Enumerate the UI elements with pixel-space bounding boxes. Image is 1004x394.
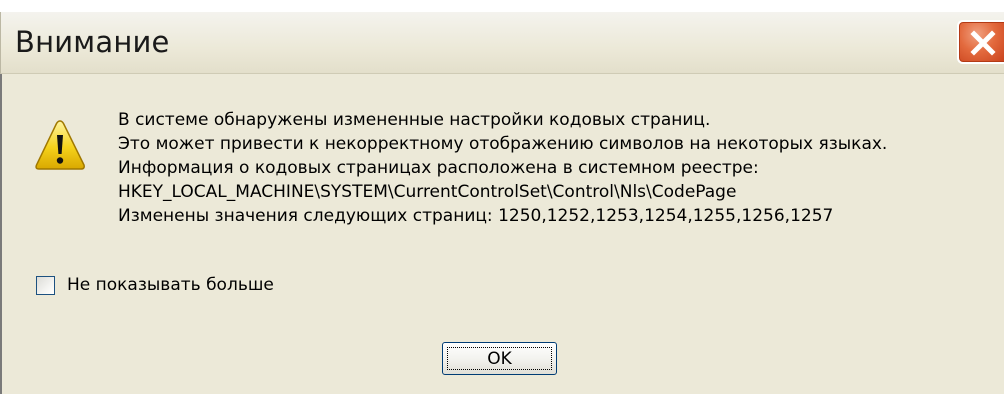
message-line: Информация о кодовых страницах расположе… [118,158,759,178]
dialog-title: Внимание [15,25,170,59]
window-border [0,74,2,394]
warning-dialog: Внимание В системе обнаружены измененные… [0,12,1004,394]
message-line: Изменены значения следующих страниц: 125… [118,206,834,226]
message-text: В системе обнаружены измененные настройк… [118,108,887,228]
message-line: В системе обнаружены измененные настройк… [118,110,711,130]
ok-button-label: OK [487,348,512,369]
close-icon [970,30,996,56]
dont-show-again-option[interactable]: Не показывать больше [36,274,274,296]
dont-show-again-label[interactable]: Не показывать больше [67,275,274,295]
title-bar[interactable]: Внимание [0,12,1004,74]
ok-button[interactable]: OK [442,342,557,375]
message-line: Это может привести к некорректному отобр… [118,134,888,154]
message-line: HKEY_LOCAL_MACHINE\SYSTEM\CurrentControl… [118,182,737,202]
dont-show-again-checkbox[interactable] [36,275,55,295]
close-button[interactable] [957,20,1004,64]
warning-icon [35,120,85,170]
